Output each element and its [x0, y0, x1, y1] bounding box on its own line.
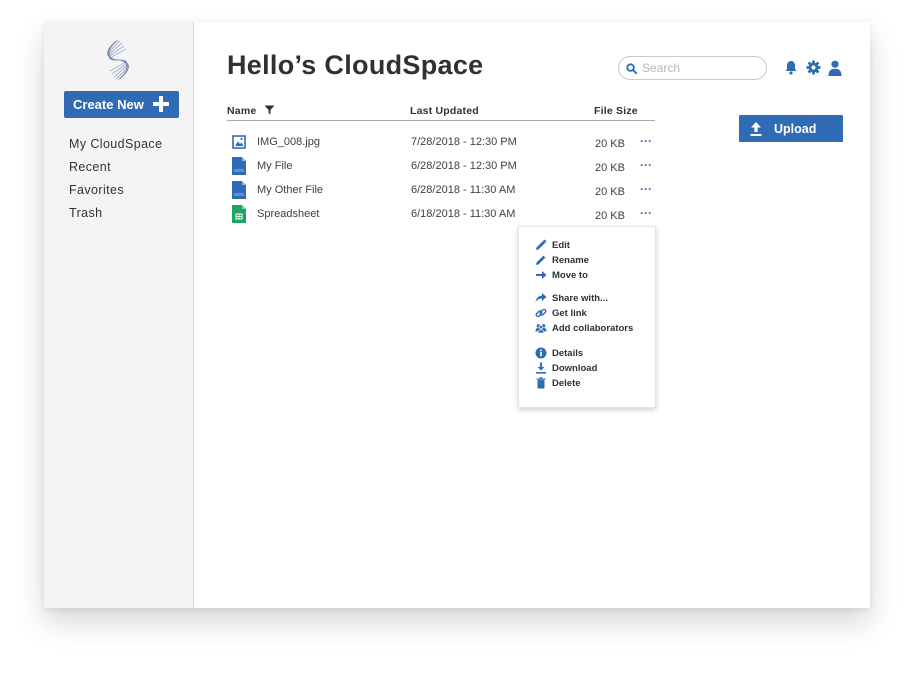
link-icon	[535, 308, 547, 318]
upload-button[interactable]: Upload	[739, 115, 843, 142]
table-row[interactable]: IMG_008.jpg 7/28/2018 - 12:30 PM 20 KB ·…	[227, 133, 657, 153]
arrow-right-icon	[536, 271, 547, 279]
user-icon[interactable]	[828, 60, 843, 76]
menu-item-label: Edit	[552, 239, 570, 251]
menu-item-label: Details	[552, 347, 584, 359]
sidebar-item-my-cloudspace[interactable]: My CloudSpace	[69, 136, 162, 159]
file-name[interactable]: Spreadsheet	[257, 208, 319, 220]
menu-item-label: Get link	[552, 307, 587, 319]
search-input[interactable]	[642, 61, 757, 75]
file-size: 20 KB	[595, 162, 625, 174]
file-updated: 6/28/2018 - 11:30 AM	[411, 184, 516, 196]
gear-icon[interactable]	[806, 60, 821, 75]
column-file-size[interactable]: File Size	[594, 105, 638, 117]
search-icon	[626, 62, 637, 74]
header-actions	[784, 60, 843, 76]
menu-item-share-with[interactable]: Share with...	[535, 291, 608, 305]
file-name[interactable]: My Other File	[257, 184, 323, 196]
more-options-icon[interactable]: ···	[640, 158, 656, 172]
page-title: Hello’s CloudSpace	[227, 50, 484, 80]
create-new-button[interactable]: Create New	[64, 91, 179, 118]
image-file-icon	[232, 135, 246, 149]
users-icon	[535, 324, 547, 334]
file-size: 20 KB	[595, 138, 625, 150]
sidebar-item-trash[interactable]: Trash	[69, 205, 162, 228]
file-size: 20 KB	[595, 186, 625, 198]
upload-label: Upload	[774, 121, 817, 136]
menu-item-label: Download	[552, 362, 598, 374]
menu-item-details[interactable]: Details	[535, 346, 583, 360]
doc-file-icon	[232, 157, 246, 175]
bell-icon[interactable]	[784, 60, 799, 75]
column-last-updated[interactable]: Last Updated	[410, 105, 479, 117]
menu-item-move-to[interactable]: Move to	[535, 268, 588, 282]
doc-file-icon	[232, 181, 246, 199]
context-menu: Edit Rename Move to Share with... Get li…	[518, 226, 656, 408]
sidebar-nav: My CloudSpace Recent Favorites Trash	[69, 136, 162, 228]
menu-item-label: Rename	[552, 254, 589, 266]
file-name[interactable]: My File	[257, 160, 292, 172]
cloudspace-logo	[107, 39, 129, 81]
more-options-icon[interactable]: ···	[640, 134, 656, 148]
pencil-icon	[536, 255, 546, 265]
table-row[interactable]: My File 6/28/2018 - 12:30 PM 20 KB ···	[227, 157, 657, 177]
file-updated: 7/28/2018 - 12:30 PM	[411, 136, 517, 148]
upload-icon	[750, 121, 762, 136]
menu-item-label: Share with...	[552, 292, 608, 304]
file-table-header: Name Last Updated File Size	[227, 101, 655, 121]
trash-icon	[536, 377, 546, 389]
search-box[interactable]	[618, 56, 767, 80]
app-window: Create New My CloudSpace Recent Favorite…	[44, 22, 870, 608]
table-row[interactable]: My Other File 6/28/2018 - 11:30 AM 20 KB…	[227, 181, 657, 201]
sidebar-item-recent[interactable]: Recent	[69, 159, 162, 182]
pencil-icon	[536, 239, 547, 250]
spreadsheet-file-icon	[232, 205, 246, 223]
menu-item-rename[interactable]: Rename	[535, 253, 589, 267]
file-updated: 6/18/2018 - 11:30 AM	[411, 208, 516, 220]
table-row[interactable]: Spreadsheet 6/18/2018 - 11:30 AM 20 KB ·…	[227, 205, 657, 225]
menu-item-add-collaborators[interactable]: Add collaborators	[535, 321, 633, 335]
download-icon	[536, 362, 546, 374]
file-name[interactable]: IMG_008.jpg	[257, 136, 320, 148]
menu-item-label: Move to	[552, 269, 588, 281]
menu-item-delete[interactable]: Delete	[535, 376, 581, 390]
more-options-icon[interactable]: ···	[640, 182, 656, 196]
menu-item-edit[interactable]: Edit	[535, 238, 570, 252]
menu-item-label: Add collaborators	[552, 322, 634, 334]
column-name[interactable]: Name	[227, 105, 275, 117]
share-icon	[535, 293, 547, 303]
menu-item-label: Delete	[552, 377, 581, 389]
more-options-icon[interactable]: ···	[640, 206, 656, 220]
plus-icon	[153, 96, 169, 112]
create-new-label: Create New	[73, 97, 144, 112]
menu-item-get-link[interactable]: Get link	[535, 306, 587, 320]
column-name-label: Name	[227, 105, 257, 117]
info-icon	[535, 347, 547, 359]
menu-item-download[interactable]: Download	[535, 361, 597, 375]
filter-icon[interactable]	[264, 105, 275, 115]
sidebar-item-favorites[interactable]: Favorites	[69, 182, 162, 205]
sidebar: Create New My CloudSpace Recent Favorite…	[44, 22, 194, 608]
file-size: 20 KB	[595, 210, 625, 222]
file-updated: 6/28/2018 - 12:30 PM	[411, 160, 517, 172]
